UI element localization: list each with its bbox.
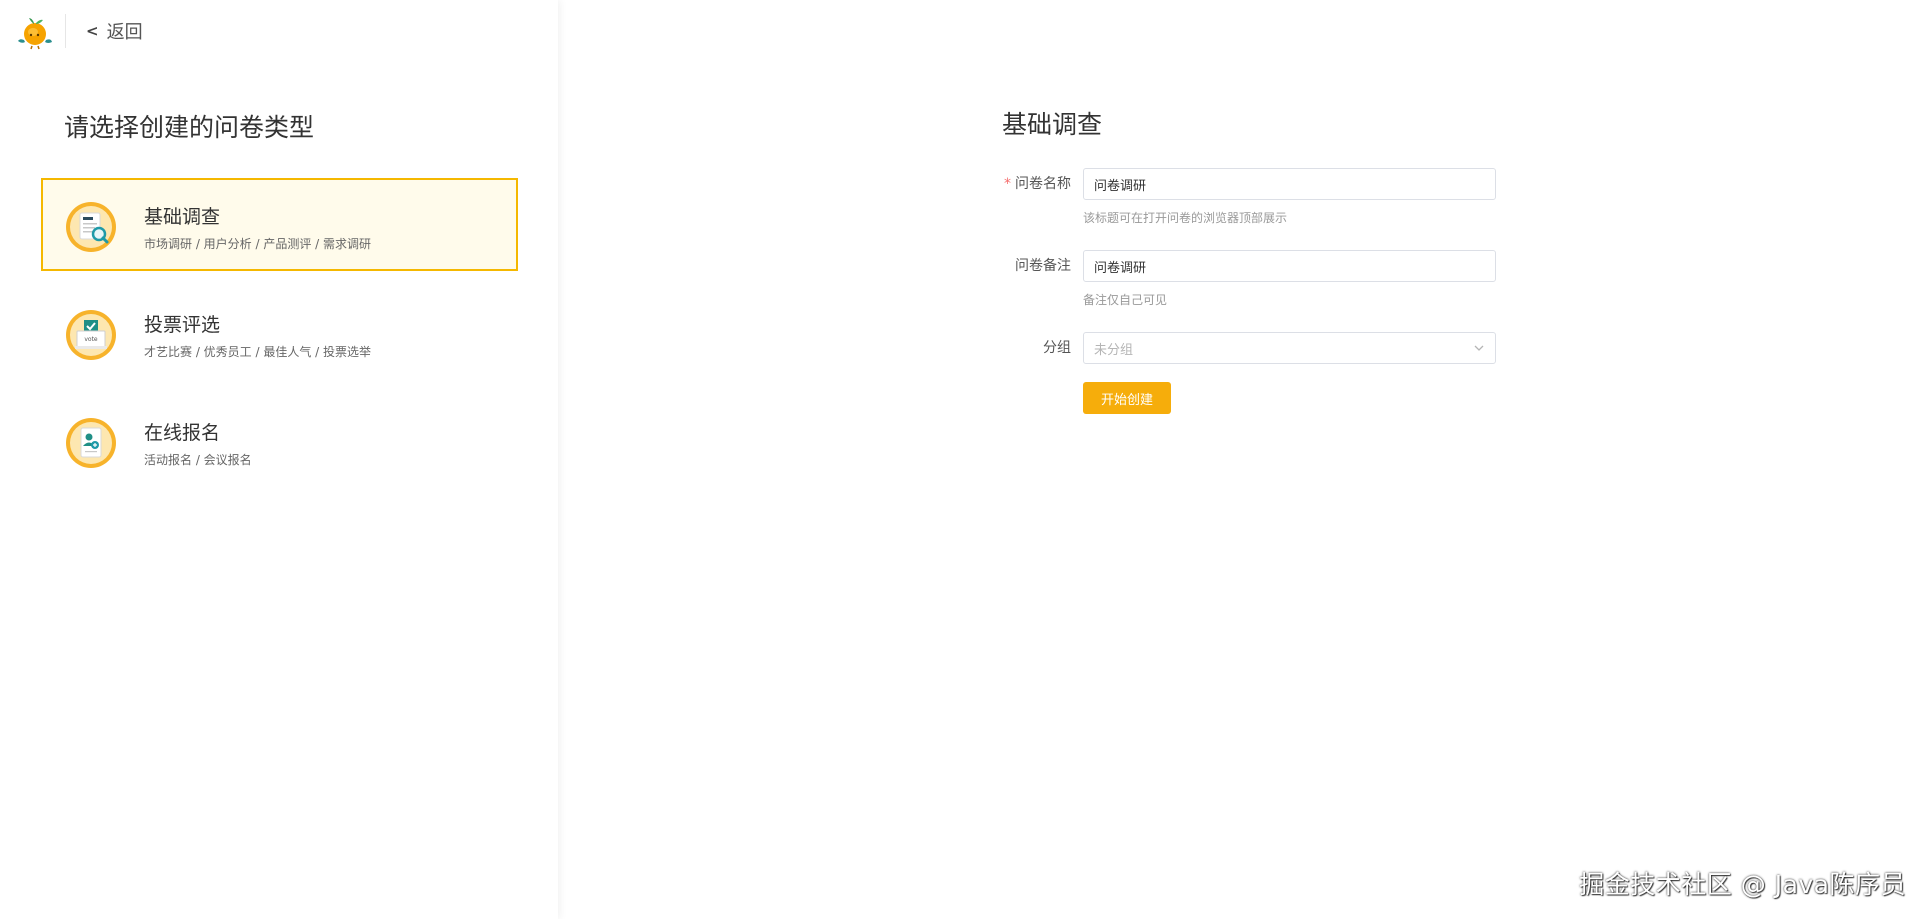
header-divider (65, 14, 66, 48)
type-card-signup[interactable]: 在线报名 活动报名 / 会议报名 (41, 394, 518, 487)
form-row-name: *问卷名称 该标题可在打开问卷的浏览器顶部展示 (990, 168, 1496, 228)
name-label: * 问卷名称 (990, 168, 1071, 200)
remark-label: 问卷备注 (1015, 258, 1071, 274)
orange-mascot-logo[interactable] (16, 14, 54, 50)
signup-form-icon (65, 417, 117, 469)
vote-box-icon: vote (65, 309, 117, 361)
type-desc: 活动报名 / 会议报名 (144, 453, 252, 467)
sidebar-header: < 返回 (0, 0, 558, 62)
type-name: 基础调查 (144, 206, 221, 228)
back-label: 返回 (106, 22, 143, 43)
chevron-left-icon: < (86, 21, 99, 40)
back-button[interactable]: < 返回 (86, 18, 143, 44)
form-title: 基础调查 (1002, 110, 1103, 139)
type-card-vote[interactable]: vote 投票评选 才艺比赛 / 优秀员工 / 最佳人气 / 投票选举 (41, 286, 518, 379)
svg-text:vote: vote (84, 336, 98, 343)
sidebar: < 返回 请选择创建的问卷类型 基础调查 市场调研 / 用户分析 / 产品测评 … (0, 0, 558, 919)
survey-type-title: 请选择创建的问卷类型 (64, 113, 315, 142)
start-create-button[interactable]: 开始创建 (1083, 382, 1171, 414)
form-row-group: 分组 未分组 (990, 332, 1496, 364)
remark-hint: 备注仅自己可见 (1083, 293, 1168, 307)
type-desc: 才艺比赛 / 优秀员工 / 最佳人气 / 投票选举 (144, 345, 372, 359)
survey-remark-input[interactable] (1083, 250, 1496, 282)
type-card-basic-survey[interactable]: 基础调查 市场调研 / 用户分析 / 产品测评 / 需求调研 (41, 178, 518, 271)
required-mark: * (1004, 176, 1011, 192)
group-label: 分组 (1043, 340, 1071, 356)
type-name: 在线报名 (144, 422, 221, 444)
group-select-value: 未分组 (1094, 342, 1134, 358)
survey-name-input[interactable] (1083, 168, 1496, 200)
chevron-down-icon (1473, 339, 1485, 358)
group-select[interactable]: 未分组 (1083, 332, 1496, 364)
name-hint: 该标题可在打开问卷的浏览器顶部展示 (1083, 211, 1288, 225)
name-label-text: 问卷名称 (1015, 176, 1071, 192)
form-row-remark: 问卷备注 备注仅自己可见 (990, 250, 1496, 310)
watermark: 掘金技术社区 @ Java陈序员 (1579, 870, 1906, 899)
type-desc: 市场调研 / 用户分析 / 产品测评 / 需求调研 (144, 237, 372, 251)
type-name: 投票评选 (144, 314, 221, 336)
survey-search-icon (65, 201, 117, 253)
